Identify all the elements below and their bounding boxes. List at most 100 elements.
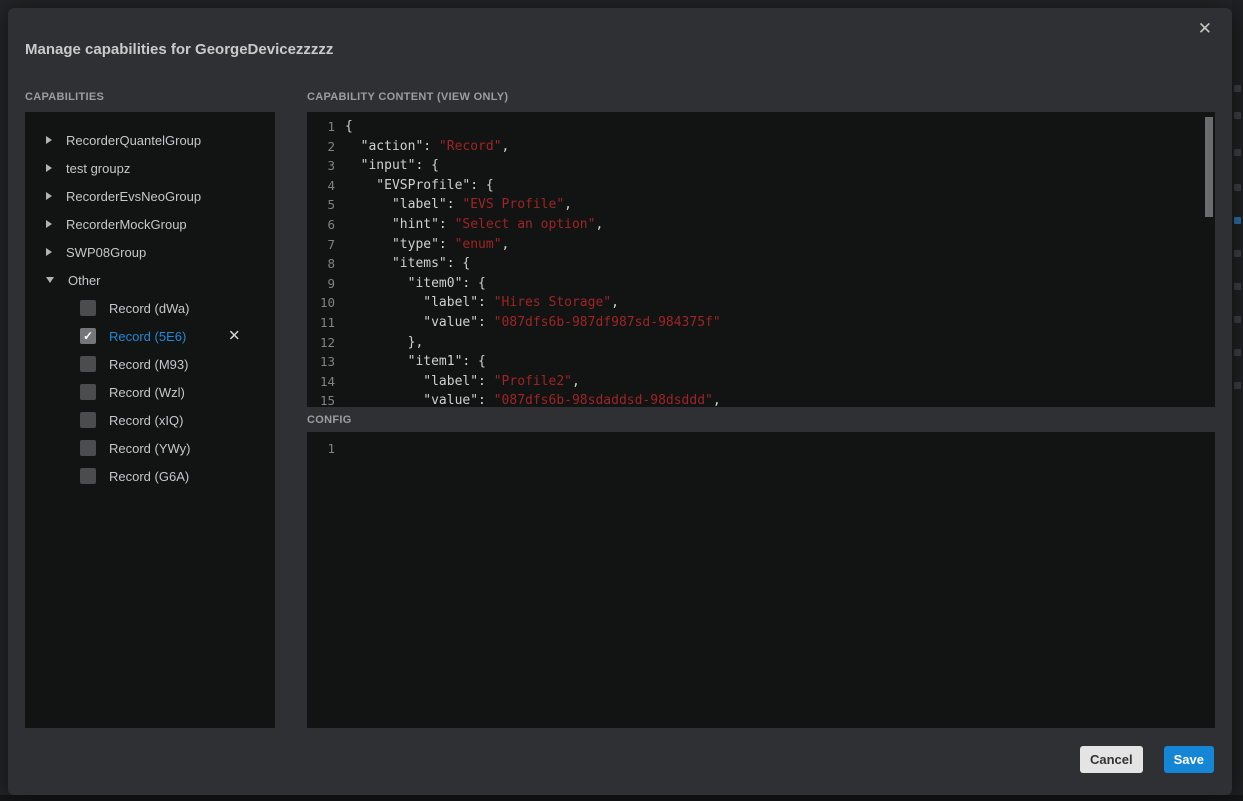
checkbox-unchecked[interactable] xyxy=(80,356,96,372)
line-number: 11 xyxy=(307,313,335,333)
code-line: 11 "value": "087dfs6b-987df987sd-984375f… xyxy=(307,313,1215,333)
code-text: "action": "Record", xyxy=(345,137,509,157)
config-editor[interactable]: 1 xyxy=(307,432,1215,728)
line-number: 9 xyxy=(307,274,335,294)
capability-item[interactable]: Record (YWy) xyxy=(25,434,275,462)
code-text: "item0": { xyxy=(345,274,486,294)
capabilities-tree: RecorderQuantelGroup test groupz RecorderE… xyxy=(25,112,275,728)
capability-item[interactable]: Record (xIQ) xyxy=(25,406,275,434)
capability-group-label: RecorderQuantelGroup xyxy=(66,133,201,148)
background-item-icon xyxy=(1234,382,1241,389)
line-number: 15 xyxy=(307,391,335,407)
chevron-right-icon[interactable] xyxy=(46,248,52,256)
code-text: "label": "Hires Storage", xyxy=(345,293,619,313)
capability-content-header: CAPABILITY CONTENT (VIEW ONLY) xyxy=(307,91,508,103)
save-button[interactable]: Save xyxy=(1164,746,1214,773)
capability-group[interactable]: RecorderEvsNeoGroup xyxy=(25,182,275,210)
code-text: "value": "087dfs6b-987df987sd-984375f" xyxy=(345,313,721,333)
cancel-button[interactable]: Cancel xyxy=(1080,746,1143,773)
checkbox-checked[interactable]: ✓ xyxy=(80,328,96,344)
code-text: "items": { xyxy=(345,254,470,274)
line-number: 13 xyxy=(307,352,335,372)
line-number: 10 xyxy=(307,293,335,313)
code-line: 14 "label": "Profile2", xyxy=(307,372,1215,392)
capability-group[interactable]: Other xyxy=(25,266,275,294)
background-item-icon xyxy=(1234,349,1241,356)
line-number: 1 xyxy=(307,439,335,459)
line-number: 7 xyxy=(307,235,335,255)
code-text: }, xyxy=(345,333,423,353)
capability-item-label: Record (xIQ) xyxy=(109,413,183,428)
capability-item[interactable]: Record (dWa) xyxy=(25,294,275,322)
line-number: 8 xyxy=(307,254,335,274)
editor-scrollbar[interactable] xyxy=(1205,117,1213,217)
code-line: 1{ xyxy=(307,117,1215,137)
code-line: 1 xyxy=(307,439,1215,459)
chevron-right-icon[interactable] xyxy=(46,192,52,200)
remove-icon[interactable]: ✕ xyxy=(228,329,241,344)
capability-item[interactable]: Record (M93) xyxy=(25,350,275,378)
background-item-icon xyxy=(1234,283,1241,290)
checkbox-unchecked[interactable] xyxy=(80,468,96,484)
capability-group-label: SWP08Group xyxy=(66,245,146,260)
config-header: CONFIG xyxy=(307,414,352,426)
checkbox-unchecked[interactable] xyxy=(80,384,96,400)
background-item-icon xyxy=(1234,184,1241,191)
chevron-right-icon[interactable] xyxy=(46,164,52,172)
capability-group[interactable]: RecorderMockGroup xyxy=(25,210,275,238)
capability-item[interactable]: ✓ Record (5E6) ✕ xyxy=(25,322,275,350)
checkbox-unchecked[interactable] xyxy=(80,300,96,316)
code-text: "label": "EVS Profile", xyxy=(345,195,572,215)
code-text: "EVSProfile": { xyxy=(345,176,494,196)
code-line: 6 "hint": "Select an option", xyxy=(307,215,1215,235)
capability-group-label: test groupz xyxy=(66,161,130,176)
background-page-sliver xyxy=(1232,0,1243,801)
background-item-icon xyxy=(1234,250,1241,257)
background-item-icon xyxy=(1234,316,1241,323)
code-line: 5 "label": "EVS Profile", xyxy=(307,195,1215,215)
close-icon[interactable]: ✕ xyxy=(1198,21,1212,38)
chevron-right-icon[interactable] xyxy=(46,136,52,144)
capability-item-label: Record (5E6) xyxy=(109,329,186,344)
line-number: 14 xyxy=(307,372,335,392)
code-line: 15 "value": "087dfs6b-98sdaddsd-98dsddd"… xyxy=(307,391,1215,407)
line-number: 12 xyxy=(307,333,335,353)
capability-group[interactable]: RecorderQuantelGroup xyxy=(25,126,275,154)
capability-group-label: RecorderEvsNeoGroup xyxy=(66,189,201,204)
chevron-right-icon[interactable] xyxy=(46,220,52,228)
code-line: 3 "input": { xyxy=(307,156,1215,176)
line-number: 3 xyxy=(307,156,335,176)
code-text: "item1": { xyxy=(345,352,486,372)
capability-item[interactable]: Record (Wzl) xyxy=(25,378,275,406)
capability-item-label: Record (dWa) xyxy=(109,301,189,316)
line-number: 4 xyxy=(307,176,335,196)
capability-group[interactable]: test groupz xyxy=(25,154,275,182)
capability-item-label: Record (Wzl) xyxy=(109,385,185,400)
capability-content-editor: 1{2 "action": "Record",3 "input": {4 "EV… xyxy=(307,112,1215,407)
manage-capabilities-dialog: ✕ Manage capabilities for GeorgeDevicezz… xyxy=(8,8,1232,795)
checkbox-unchecked[interactable] xyxy=(80,440,96,456)
code-line: 4 "EVSProfile": { xyxy=(307,176,1215,196)
background-item-icon xyxy=(1234,149,1241,156)
chevron-down-icon[interactable] xyxy=(46,277,54,283)
capability-item[interactable]: Record (G6A) xyxy=(25,462,275,490)
code-line: 7 "type": "enum", xyxy=(307,235,1215,255)
code-line: 10 "label": "Hires Storage", xyxy=(307,293,1215,313)
background-item-icon xyxy=(1234,112,1241,119)
background-item-icon xyxy=(1234,85,1241,92)
capability-group[interactable]: SWP08Group xyxy=(25,238,275,266)
code-text: "hint": "Select an option", xyxy=(345,215,603,235)
code-text: "label": "Profile2", xyxy=(345,372,580,392)
code-line: 13 "item1": { xyxy=(307,352,1215,372)
capability-item-label: Record (G6A) xyxy=(109,469,189,484)
checkbox-unchecked[interactable] xyxy=(80,412,96,428)
code-line: 2 "action": "Record", xyxy=(307,137,1215,157)
dialog-footer: Cancel Save xyxy=(1080,746,1214,773)
code-line: 12 }, xyxy=(307,333,1215,353)
code-text: "input": { xyxy=(345,156,439,176)
code-text: "type": "enum", xyxy=(345,235,509,255)
capability-group-label: RecorderMockGroup xyxy=(66,217,187,232)
capability-group-label: Other xyxy=(68,273,101,288)
background-page-bottom xyxy=(0,795,1243,801)
capabilities-header: CAPABILITIES xyxy=(25,91,104,103)
